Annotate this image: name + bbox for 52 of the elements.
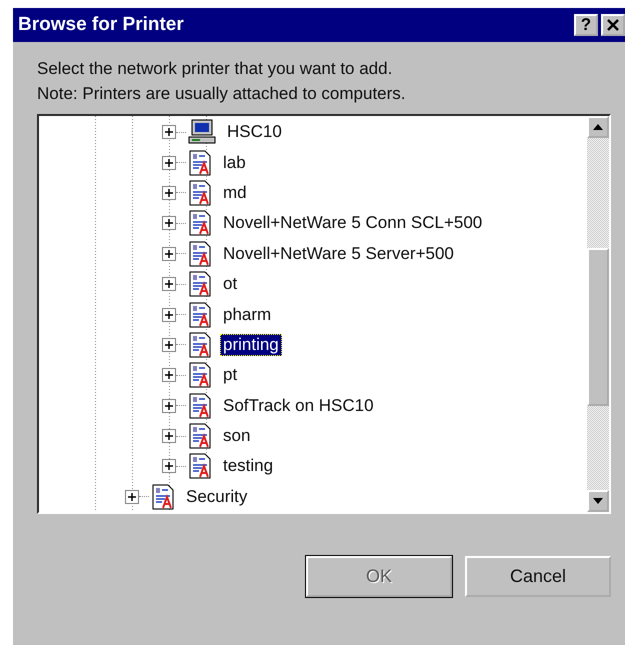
window-title: Browse for Printer [18, 14, 185, 36]
expand-icon[interactable] [162, 368, 176, 382]
expand-icon[interactable] [162, 216, 176, 230]
expand-icon[interactable] [125, 490, 139, 504]
scroll-down-button[interactable] [587, 490, 609, 512]
expand-icon[interactable] [162, 277, 176, 292]
document-icon [188, 302, 212, 328]
tree-item[interactable]: Novell+NetWare 5 Server+500 [220, 242, 457, 265]
tree-item[interactable]: pt [220, 364, 240, 386]
expand-icon[interactable] [162, 125, 176, 140]
expand-icon[interactable] [162, 429, 176, 444]
document-icon [188, 332, 212, 358]
tree-item[interactable]: HSC10 [224, 121, 285, 144]
tree-item[interactable]: testing [220, 455, 276, 478]
expand-icon[interactable] [162, 459, 176, 474]
expand-icon[interactable] [162, 156, 176, 170]
document-icon [188, 392, 212, 419]
tree-item[interactable]: ot [220, 273, 240, 296]
tree-item[interactable]: Novell+NetWare 5 Conn SCL+500 [220, 212, 486, 234]
tree-item[interactable]: son [220, 425, 254, 448]
expand-icon[interactable] [162, 246, 176, 261]
document-icon [188, 210, 212, 236]
document-icon [188, 150, 212, 176]
down-arrow-icon [593, 498, 603, 504]
expand-icon[interactable] [162, 398, 176, 413]
expand-icon[interactable] [162, 308, 176, 322]
document-icon [188, 453, 212, 480]
instruction-text: Note: Printers are usually attached to computers. [37, 83, 407, 105]
close-button[interactable] [601, 14, 625, 36]
tree-item[interactable]: printing [220, 334, 282, 356]
document-icon [188, 240, 212, 267]
tree-item[interactable]: lab [220, 152, 249, 174]
instruction-text: Select the network printer that you want to add. [37, 58, 394, 80]
document-icon [188, 271, 212, 298]
help-button[interactable]: ? [574, 14, 598, 36]
document-icon [188, 423, 212, 450]
cancel-button[interactable]: Cancel [465, 556, 611, 597]
document-icon [151, 484, 175, 510]
scrollbar[interactable] [587, 116, 609, 512]
tree-item[interactable]: md [220, 182, 250, 204]
tree-item[interactable]: pharm [220, 304, 274, 326]
expand-icon[interactable] [162, 186, 176, 200]
document-icon [188, 180, 212, 206]
close-icon [606, 19, 620, 31]
up-arrow-icon [593, 124, 603, 130]
tree-item[interactable]: SofTrack on HSC10 [220, 394, 377, 417]
expand-icon[interactable] [162, 338, 176, 352]
scroll-thumb[interactable] [587, 248, 609, 406]
tree-item[interactable]: Security [183, 486, 250, 508]
scroll-up-button[interactable] [587, 116, 609, 138]
document-icon [188, 362, 212, 388]
computer-icon [188, 119, 216, 146]
